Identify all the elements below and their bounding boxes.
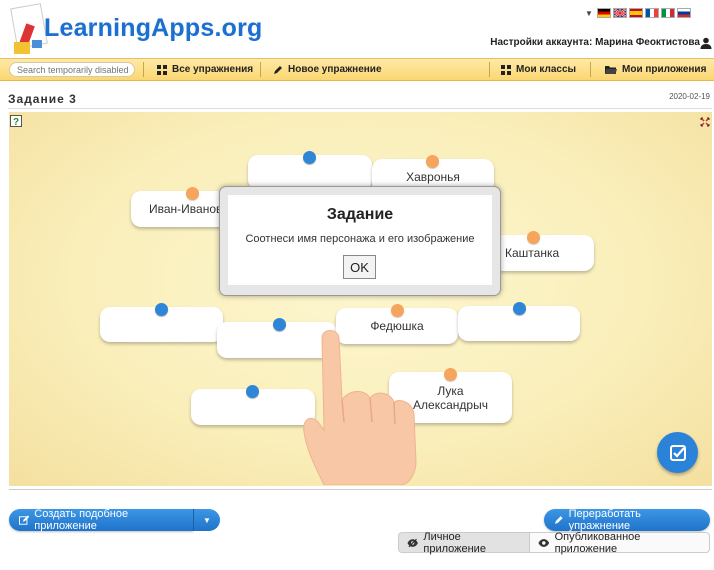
new-exercise-link[interactable]: Новое упражнение (273, 63, 382, 77)
page-date: 2020-02-19 (669, 92, 710, 101)
connector-dot[interactable] (444, 368, 457, 381)
folder-icon (605, 66, 617, 74)
eye-slash-icon (407, 538, 418, 547)
language-flags: ▼ (585, 7, 691, 19)
grid-icon (157, 65, 167, 75)
flag-it-icon[interactable] (660, 8, 675, 18)
check-square-icon (669, 444, 686, 461)
connector-dot[interactable] (186, 187, 199, 200)
create-similar-dropdown[interactable]: ▼ (193, 509, 220, 531)
toolbar-divider (260, 62, 261, 77)
connector-dot[interactable] (303, 151, 316, 164)
caret-down-icon: ▼ (203, 515, 211, 525)
site-logo-text[interactable]: LearningApps.org (44, 14, 262, 43)
account-settings-link[interactable]: Настройки аккаунта: Марина Феоктистова (480, 37, 700, 48)
language-caret-icon[interactable]: ▼ (585, 9, 593, 18)
eye-icon (538, 538, 550, 547)
edit-icon (19, 514, 30, 525)
connector-dot[interactable] (527, 231, 540, 244)
match-card[interactable]: Каштанка (493, 235, 594, 271)
rework-exercise-label: Переработать упражнение (568, 508, 641, 532)
pointing-hand-illustration (300, 322, 420, 486)
create-similar-button[interactable]: Создать подобное приложение (9, 508, 193, 532)
card-label: Каштанка (505, 246, 560, 260)
connector-dot[interactable] (426, 155, 439, 168)
my-apps-label: Мои приложения (622, 64, 707, 75)
card-label: Хавронья (406, 170, 460, 184)
rework-exercise-button[interactable]: Переработать упражнение (544, 508, 710, 532)
connector-dot[interactable] (273, 318, 286, 331)
page-title: Задание 3 (8, 92, 77, 106)
connector-dot[interactable] (513, 302, 526, 315)
task-dialog-title: Задание (326, 206, 394, 223)
divider (8, 108, 712, 109)
my-apps-link[interactable]: Мои приложения (605, 63, 706, 77)
all-exercises-link[interactable]: Все упражнения (157, 63, 253, 77)
toolbar-divider (489, 62, 490, 77)
connector-dot[interactable] (391, 304, 404, 317)
my-classes-link[interactable]: Мои классы (501, 63, 576, 77)
flag-fr-icon[interactable] (644, 8, 659, 18)
card-label: Лука Александрыч (413, 383, 488, 412)
all-exercises-label: Все упражнения (172, 64, 254, 75)
flag-es-icon[interactable] (628, 8, 643, 18)
published-app-label: Опубликованное приложение (554, 530, 641, 555)
new-exercise-label: Новое упражнение (288, 64, 382, 75)
pencil-icon (554, 516, 563, 524)
task-dialog-text: Соотнеси имя персонажа и его изображение (245, 233, 475, 245)
flag-en-icon[interactable] (612, 8, 627, 18)
svg-text:?: ? (13, 117, 19, 127)
search-input[interactable] (9, 62, 135, 77)
user-icon[interactable] (700, 36, 712, 49)
check-solution-button[interactable] (657, 432, 698, 473)
toolbar-divider (590, 62, 591, 77)
private-app-label: Личное приложение (423, 530, 486, 555)
divider (9, 489, 712, 490)
grid-icon (501, 65, 511, 75)
toolbar-divider (143, 62, 144, 77)
pencil-icon (274, 66, 282, 74)
private-app-tab[interactable]: Личное приложение (398, 530, 530, 555)
flag-de-icon[interactable] (596, 8, 611, 18)
my-classes-label: Мои классы (516, 64, 577, 75)
card-label: Иван-Иванов (149, 202, 223, 216)
fullscreen-icon[interactable] (700, 114, 710, 127)
flag-ru-icon[interactable] (676, 8, 691, 18)
published-app-tab[interactable]: Опубликованное приложение (530, 530, 710, 555)
ok-button[interactable]: OK (343, 255, 376, 279)
create-similar-label: Создать подобное приложение (34, 508, 129, 532)
help-icon[interactable]: ? (10, 114, 22, 128)
connector-dot[interactable] (155, 303, 168, 316)
connector-dot[interactable] (246, 385, 259, 398)
